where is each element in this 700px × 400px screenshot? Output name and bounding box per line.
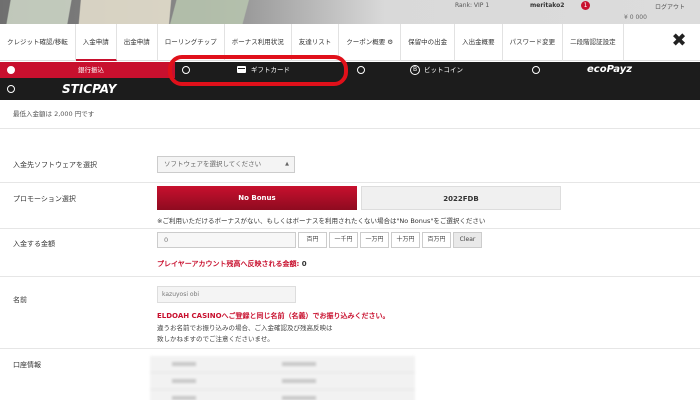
radio-icon[interactable] [182,66,190,74]
radio-icon[interactable] [7,66,15,74]
username: meritako2 [530,2,565,9]
radio-icon[interactable] [532,66,540,74]
name-warning: ELDOAH CASINOへご登録と同じ名前（名義）でお振り込みください。 [157,312,390,320]
name-warning-detail-1: 違うお名前でお振り込みの場合、ご入金確認及び残高反映は [157,324,333,332]
method-bitcoin[interactable]: B ビットコイン [350,62,525,78]
add-100-button[interactable]: 百円 [298,232,327,248]
account-info-label: 口座情報 [13,361,41,369]
tab-transaction-overview[interactable]: 入出金概要 [455,23,503,61]
account-info-blurred [150,356,415,400]
method-bank-label: 銀行振込 [78,66,104,74]
name-label: 名前 [13,296,27,304]
logout-link[interactable]: ログアウト [655,2,685,11]
promotion-label: プロモーション選択 [13,195,76,203]
method-gift-card[interactable]: ギフトカード [175,62,350,78]
tab-coupon-overview[interactable]: クーポン概要 ⚙ [339,23,402,61]
method-ecopayz[interactable]: ecoPayz [525,62,700,78]
reflected-amount-label: プレイヤーアカウント残高へ反映される金額: [157,260,300,268]
divider [0,276,700,277]
method-bank-transfer[interactable]: 銀行振込 [0,62,175,78]
deposit-form: 最低入金額は 2,000 円です 入金先ソフトウェアを選択 ソフトウェアを選択し… [0,100,700,400]
method-gift-label: ギフトカード [251,66,290,74]
software-select-value: ソフトウェアを選択してください [164,160,262,168]
modal-tab-bar: クレジット確認/移転 入金申請 出金申請 ローリングチップ ボーナス利用状況 友… [0,23,700,61]
notification-badge: 1 [581,1,590,10]
background-cards-image [0,0,250,24]
payment-method-selector: 銀行振込 ギフトカード B ビットコイン ecoPayz STICPAY [0,62,700,100]
amount-label: 入金する金額 [13,240,55,248]
radio-icon[interactable] [357,66,365,74]
name-field: kazuyosi obi [157,286,296,303]
add-10000-button[interactable]: 一万円 [360,232,389,248]
method-sticpay[interactable]: STICPAY [0,78,175,100]
add-1000000-button[interactable]: 百万円 [422,232,451,248]
divider [0,182,700,183]
reflected-amount-value: 0 [301,260,307,268]
radio-icon[interactable] [7,85,15,93]
ecopayz-logo: ecoPayz [587,64,633,75]
name-warning-detail-2: 致しかねますのでご注意くださいませ。 [157,335,274,343]
deposit-modal: クレジット確認/移転 入金申請 出金申請 ローリングチップ ボーナス利用状況 友… [0,23,700,400]
clear-button[interactable]: Clear [453,232,482,248]
rank-label: Rank: VIP 1 [455,2,490,9]
tab-credit-transfer[interactable]: クレジット確認/移転 [0,23,76,61]
method-bitcoin-label: ビットコイン [424,66,463,74]
min-amount-note: 最低入金額は 2,000 円です [13,110,95,118]
gift-card-icon [237,66,246,73]
tab-password-change[interactable]: パスワード変更 [503,23,564,61]
add-1000-button[interactable]: 一千円 [329,232,358,248]
tab-2fa-settings[interactable]: 二段階認証設定 [563,23,624,61]
close-icon[interactable]: ✖ [670,32,688,50]
promo-note: ※ご利用いただけるボーナスがない、もしくはボーナスを利用されたくない場合は"No… [157,217,486,225]
sticpay-logo: STICPAY [62,82,117,96]
divider [0,348,700,349]
tab-pending-withdrawals[interactable]: 保留中の出金 [401,23,456,61]
tab-bonus-status[interactable]: ボーナス利用状況 [225,23,292,61]
tab-friend-list[interactable]: 友達リスト [292,23,340,61]
dropdown-arrow-icon: ▲ [285,161,289,167]
add-100000-button[interactable]: 十万円 [391,232,420,248]
promo-2022fdb-button[interactable]: 2022FDB [361,186,561,210]
tab-rolling-chip[interactable]: ローリングチップ [158,23,225,61]
software-select[interactable]: ソフトウェアを選択してください ▲ [157,156,295,173]
software-label: 入金先ソフトウェアを選択 [13,161,97,169]
divider [0,228,700,229]
divider [0,128,700,129]
no-bonus-button[interactable]: No Bonus [157,186,357,210]
amount-input[interactable]: 0 [157,232,296,248]
bitcoin-icon: B [410,65,420,75]
tab-withdraw-request[interactable]: 出金申請 [117,23,158,61]
balance-display: ¥ 0 000 [624,14,647,21]
tab-deposit-request[interactable]: 入金申請 [75,23,117,61]
reflected-amount: プレイヤーアカウント残高へ反映される金額: 0 [157,259,307,269]
